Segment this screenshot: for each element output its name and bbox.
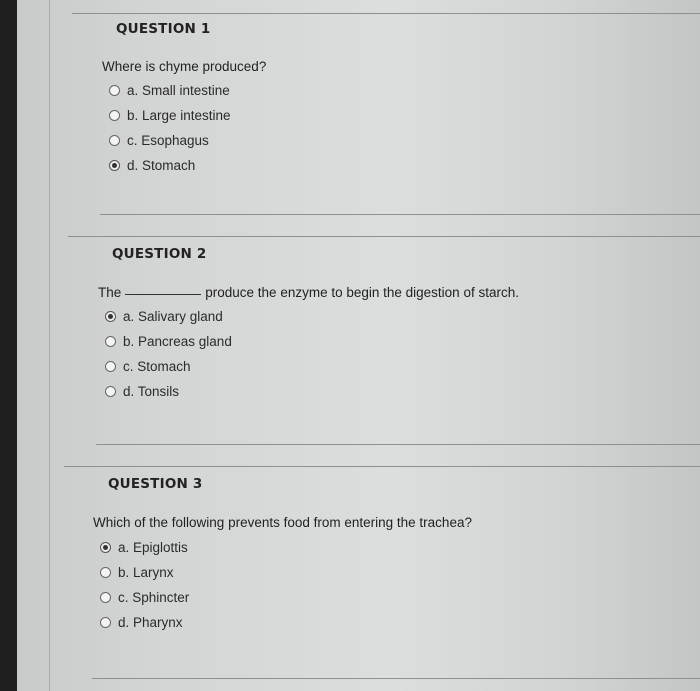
divider <box>68 236 700 237</box>
radio-button[interactable] <box>100 592 111 603</box>
question-text-before: The <box>98 285 122 300</box>
option-label: b. Larynx <box>118 565 174 580</box>
option-b[interactable]: b. Larynx <box>100 560 189 585</box>
question-text: Where is chyme produced? <box>102 59 267 74</box>
question-text: Which of the following prevents food fro… <box>93 515 472 530</box>
option-d[interactable]: d. Stomach <box>109 153 231 178</box>
option-d[interactable]: d. Tonsils <box>105 379 232 404</box>
answer-options: a. Small intestine b. Large intestine c.… <box>109 78 231 178</box>
option-label: c. Sphincter <box>118 590 190 605</box>
question-title: QUESTION 1 <box>116 21 211 37</box>
option-label: a. Small intestine <box>127 83 230 98</box>
option-label: c. Stomach <box>123 359 191 374</box>
divider <box>72 13 700 14</box>
option-label: a. Salivary gland <box>123 309 223 324</box>
option-c[interactable]: c. Stomach <box>105 354 232 379</box>
radio-button-selected[interactable] <box>105 311 116 322</box>
option-label: b. Large intestine <box>127 108 231 123</box>
option-d[interactable]: d. Pharynx <box>100 610 189 635</box>
radio-button[interactable] <box>109 85 120 96</box>
option-c[interactable]: c. Sphincter <box>100 585 189 610</box>
option-label: d. Stomach <box>127 158 196 173</box>
answer-options: a. Epiglottis b. Larynx c. Sphincter d. … <box>100 535 189 635</box>
option-b[interactable]: b. Pancreas gland <box>105 329 232 354</box>
option-label: d. Pharynx <box>118 615 183 630</box>
question-title: QUESTION 3 <box>108 476 203 492</box>
divider <box>96 444 700 445</box>
left-border <box>49 0 50 691</box>
radio-button-selected[interactable] <box>109 160 120 171</box>
answer-options: a. Salivary gland b. Pancreas gland c. S… <box>105 304 232 404</box>
option-a[interactable]: a. Small intestine <box>109 78 231 103</box>
radio-button[interactable] <box>105 361 116 372</box>
radio-button[interactable] <box>100 567 111 578</box>
divider <box>92 678 700 679</box>
option-label: d. Tonsils <box>123 384 180 399</box>
radio-button[interactable] <box>105 336 116 347</box>
question-title: QUESTION 2 <box>112 246 207 262</box>
option-b[interactable]: b. Large intestine <box>109 103 231 128</box>
option-a[interactable]: a. Epiglottis <box>100 535 189 560</box>
radio-button-selected[interactable] <box>100 542 111 553</box>
radio-button[interactable] <box>109 135 120 146</box>
option-label: b. Pancreas gland <box>123 334 232 349</box>
radio-button[interactable] <box>109 110 120 121</box>
question-text: The produce the enzyme to begin the diges… <box>98 285 519 300</box>
question-text-after: produce the enzyme to begin the digestio… <box>205 285 519 300</box>
fill-in-blank <box>125 294 202 295</box>
option-c[interactable]: c. Esophagus <box>109 128 231 153</box>
option-a[interactable]: a. Salivary gland <box>105 304 232 329</box>
quiz-page: QUESTION 1 Where is chyme produced? a. S… <box>17 0 700 691</box>
option-label: c. Esophagus <box>127 133 209 148</box>
option-label: a. Epiglottis <box>118 540 188 555</box>
divider <box>64 466 700 467</box>
radio-button[interactable] <box>100 617 111 628</box>
radio-button[interactable] <box>105 386 116 397</box>
divider <box>100 214 700 215</box>
